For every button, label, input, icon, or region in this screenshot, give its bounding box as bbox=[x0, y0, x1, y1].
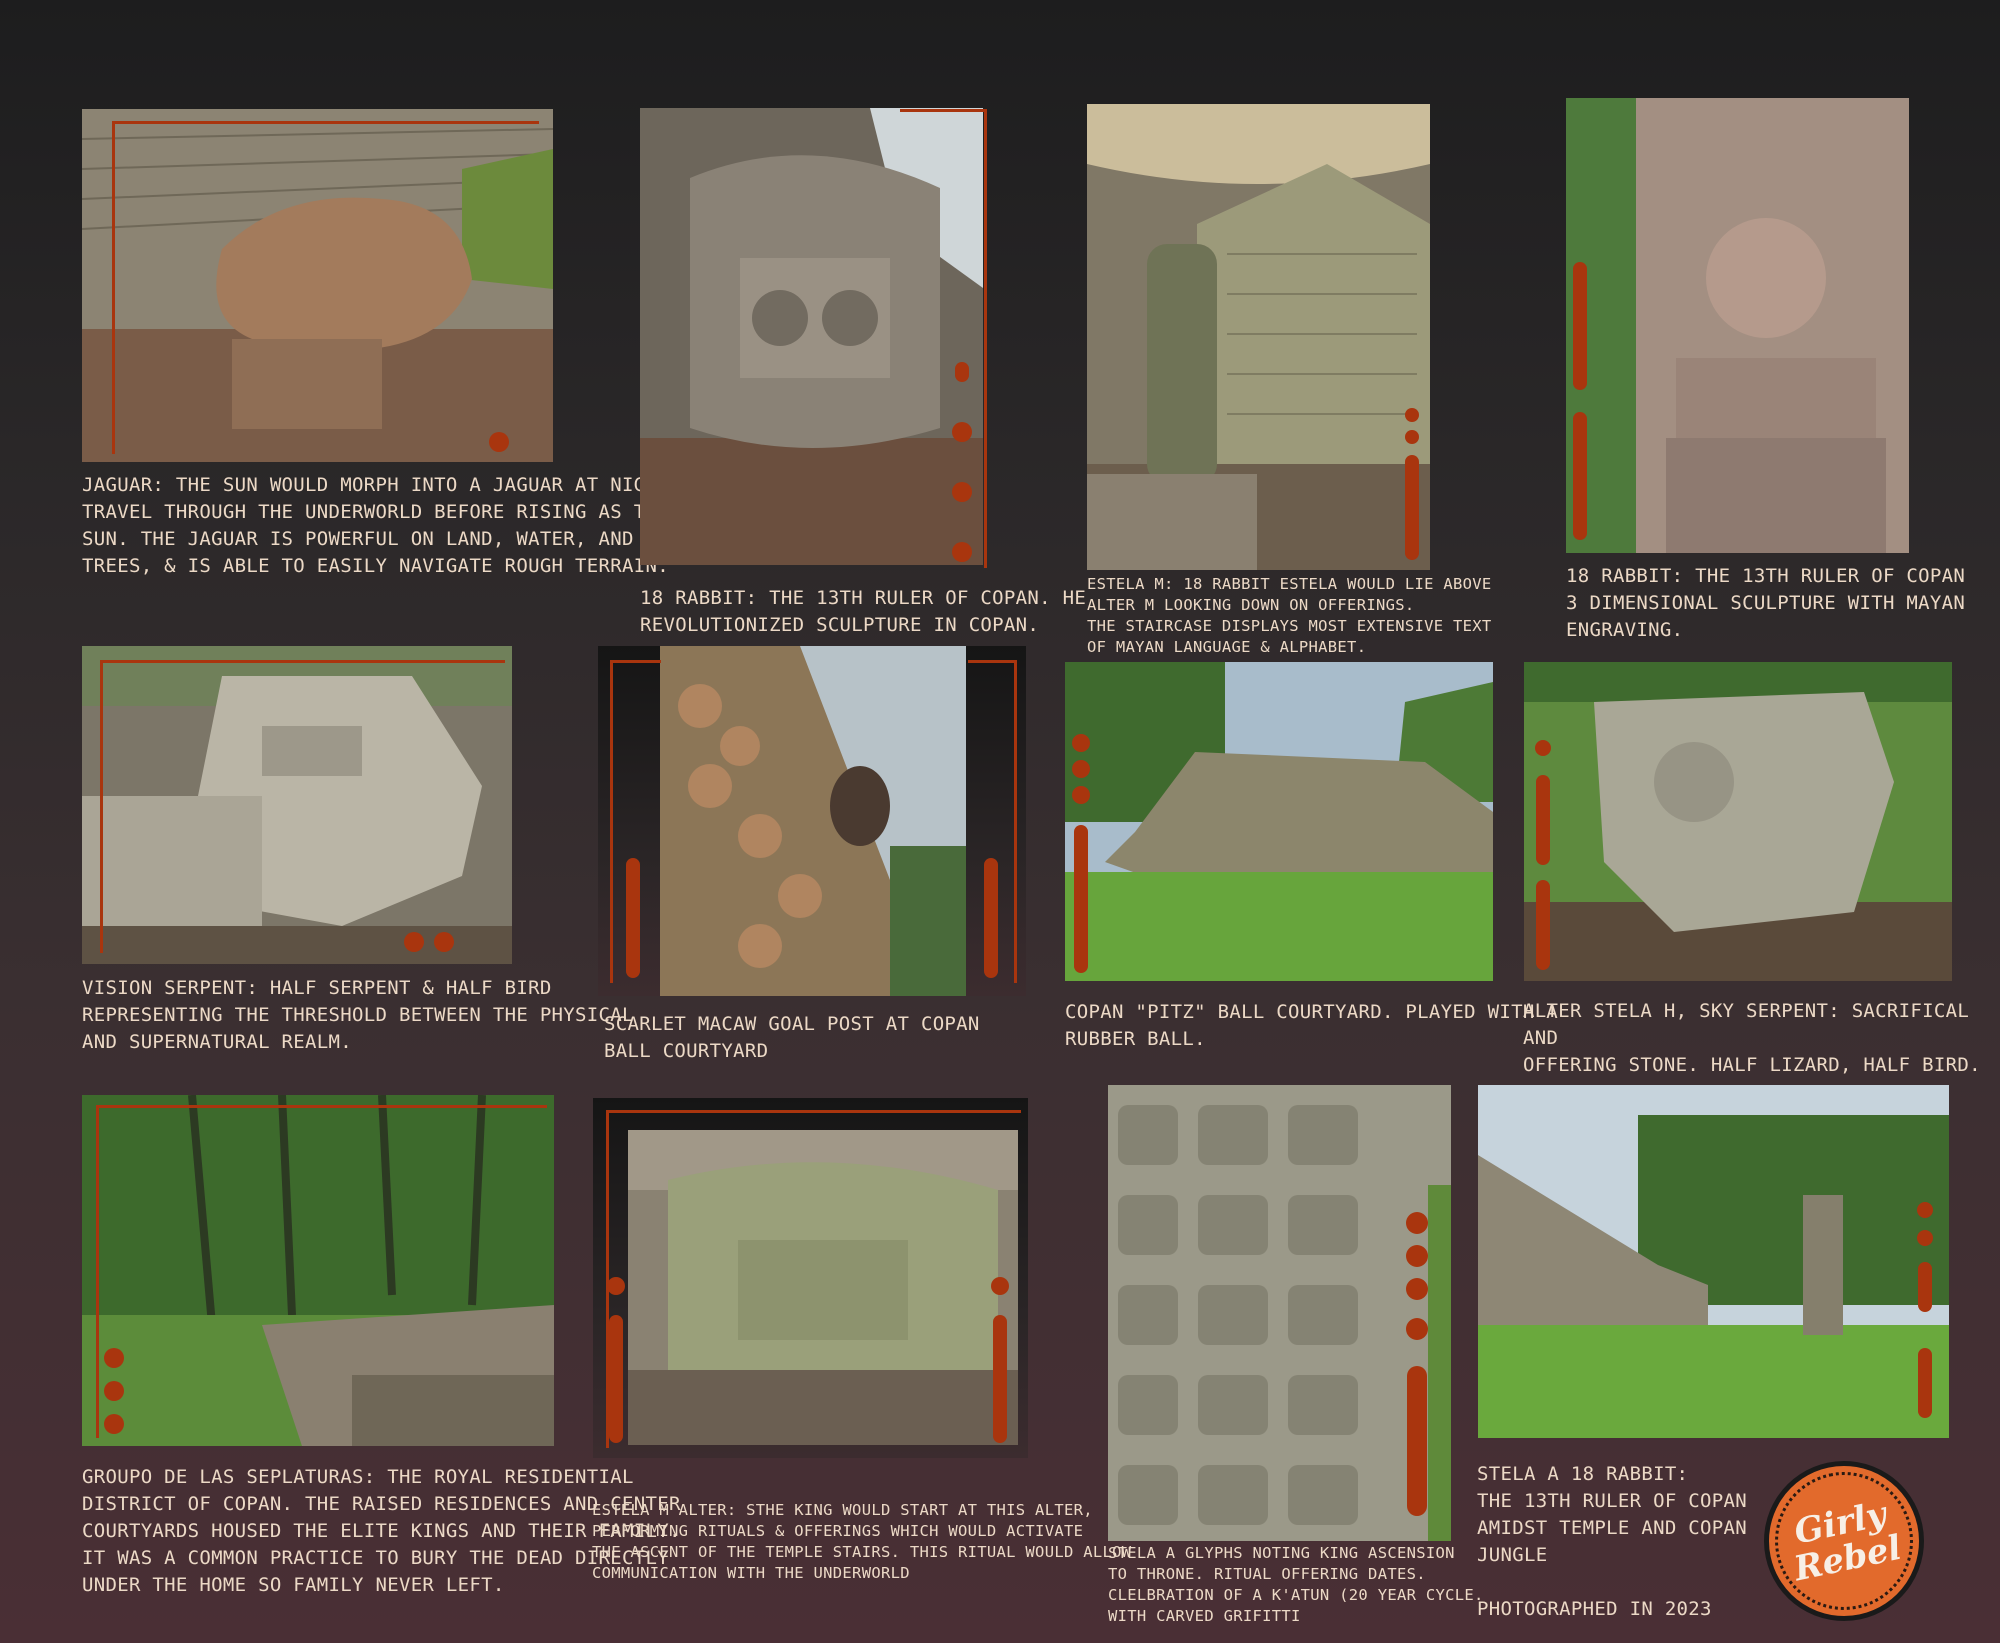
caption-jaguar: JAGUAR: THE SUN WOULD MORPH INTO A JAGUA… bbox=[82, 474, 680, 577]
accent-bracket bbox=[96, 1105, 547, 1438]
caption-stela-a-18-rabbit: STELA A 18 RABBIT: THE 13TH RULER OF COP… bbox=[1477, 1463, 1747, 1620]
caption-estela-m: ESTELA M: 18 RABBIT ESTELA WOULD LIE ABO… bbox=[1087, 575, 1492, 656]
caption-las-sepulturas: GROUPO DE LAS SEPLATURAS: THE ROYAL RESI… bbox=[82, 1466, 681, 1596]
girly-rebel-logo: Girly Rebel bbox=[1749, 1446, 1939, 1636]
accent-dot bbox=[1917, 1202, 1933, 1218]
accent-bar bbox=[1074, 825, 1088, 973]
photo-ball-courtyard bbox=[1065, 662, 1493, 981]
accent-dot bbox=[489, 432, 509, 452]
accent-dot bbox=[991, 1277, 1009, 1295]
accent-dot bbox=[104, 1348, 124, 1368]
accent-dot bbox=[1917, 1230, 1933, 1246]
accent-dot bbox=[1072, 760, 1090, 778]
accent-dot bbox=[1405, 430, 1419, 444]
accent-dot bbox=[952, 542, 972, 562]
accent-bar bbox=[1918, 1348, 1932, 1418]
photo-estela-m-staircase bbox=[1087, 104, 1430, 570]
caption-ball-courtyard: COPAN "PITZ" BALL COURTYARD. PLAYED WITH… bbox=[1065, 1001, 1559, 1050]
accent-dot bbox=[1406, 1318, 1428, 1340]
accent-dot bbox=[104, 1414, 124, 1434]
accent-bracket bbox=[112, 121, 539, 454]
photo-stela-a-glyphs bbox=[1108, 1085, 1451, 1541]
accent-bar bbox=[955, 362, 969, 382]
caption-vision-serpent: VISION SERPENT: HALF SERPENT & HALF BIRD… bbox=[82, 977, 634, 1053]
accent-dot bbox=[1405, 408, 1419, 422]
caption-stela-a-glyphs: STELA A GLYPHS NOTING KING ASCENSION TO … bbox=[1108, 1544, 1484, 1625]
accent-bar bbox=[1573, 262, 1587, 390]
accent-bar bbox=[1918, 1262, 1932, 1312]
accent-dot bbox=[607, 1277, 625, 1295]
photo-stela-a-18-rabbit bbox=[1478, 1085, 1949, 1438]
caption-alter-stela-h: ALTER STELA H, SKY SERPENT: SACRIFICAL A… bbox=[1523, 1000, 1981, 1076]
caption-scarlet-macaw: SCARLET MACAW GOAL POST AT COPAN BALL CO… bbox=[604, 1013, 980, 1062]
accent-bracket bbox=[100, 660, 505, 953]
logo-ring bbox=[1762, 1459, 1926, 1623]
accent-dot bbox=[952, 422, 972, 442]
accent-dot bbox=[952, 482, 972, 502]
caption-18-rabbit-head: 18 RABBIT: THE 13TH RULER OF COPAN. HE R… bbox=[640, 587, 1087, 636]
accent-bar bbox=[993, 1315, 1007, 1443]
accent-bar bbox=[609, 1315, 623, 1443]
accent-dot bbox=[1406, 1278, 1428, 1300]
accent-dot bbox=[1072, 786, 1090, 804]
accent-dot bbox=[1072, 734, 1090, 752]
accent-bar bbox=[626, 858, 640, 978]
photo-scarlet-macaw-post bbox=[660, 646, 966, 996]
accent-dot bbox=[1406, 1212, 1428, 1234]
photo-18-rabbit-stela bbox=[1566, 98, 1909, 553]
accent-bracket bbox=[900, 109, 987, 568]
accent-dot bbox=[1406, 1245, 1428, 1267]
accent-bar bbox=[984, 858, 998, 978]
accent-bracket bbox=[606, 1110, 1021, 1448]
accent-bar bbox=[1573, 412, 1587, 540]
accent-dot bbox=[1535, 740, 1551, 756]
accent-bar bbox=[1405, 455, 1419, 560]
caption-18-rabbit-stela: 18 RABBIT: THE 13TH RULER OF COPAN 3 DIM… bbox=[1566, 565, 1966, 641]
photo-alter-stela-h bbox=[1524, 662, 1952, 981]
accent-dot bbox=[434, 932, 454, 952]
accent-dot bbox=[104, 1381, 124, 1401]
accent-dot bbox=[404, 932, 424, 952]
accent-bar bbox=[1536, 775, 1550, 865]
accent-bar bbox=[1407, 1366, 1427, 1516]
caption-estela-m-alter: ESTELA M ALTER: STHE KING WOULD START AT… bbox=[592, 1501, 1132, 1582]
accent-bar bbox=[1536, 880, 1550, 970]
